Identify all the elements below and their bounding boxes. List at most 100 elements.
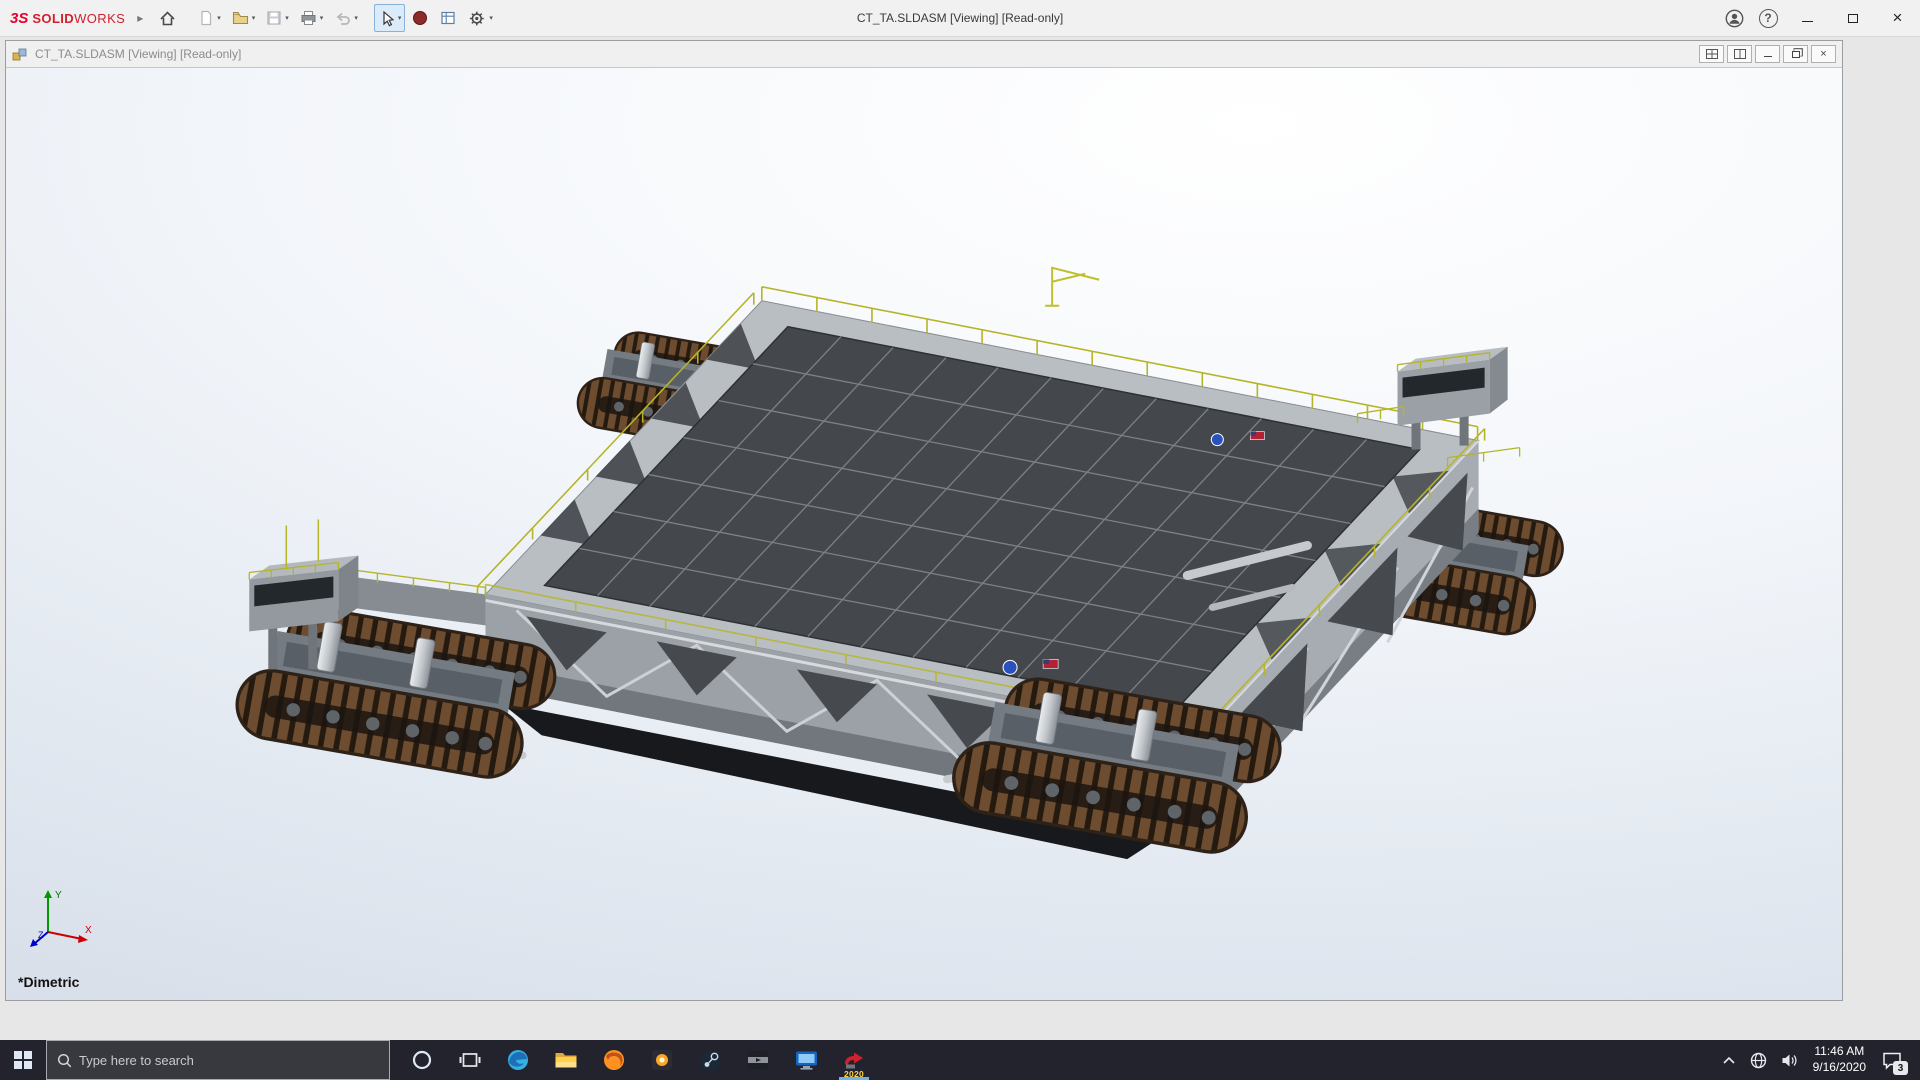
app-titlebar: 3S SOLIDWORKS ▸ ▾ ▾ ▾ ▾ ▾ ▾ ▾ CT_TA.SLDA… (0, 0, 1920, 37)
doc-minimize-icon (1763, 56, 1772, 57)
open-icon (232, 11, 248, 25)
help-button[interactable]: ? (1751, 0, 1785, 37)
ds-logo-icon: 3S (10, 9, 29, 27)
model-canvas[interactable] (6, 68, 1842, 1000)
remote-desktop-icon (795, 1051, 817, 1070)
dropdown-caret-icon: ▾ (217, 15, 221, 22)
maximize-button[interactable] (1830, 0, 1875, 37)
crawler-model (230, 266, 1569, 863)
select-tool-button[interactable]: ▾ (373, 4, 406, 32)
taskbar-clock[interactable]: 11:46 AM 9/16/2020 (1805, 1044, 1874, 1075)
photos-button[interactable] (638, 1040, 686, 1080)
dropdown-caret-icon: ▾ (285, 15, 289, 22)
maximize-icon (1847, 13, 1858, 23)
gear-icon (470, 11, 485, 25)
solidworks-app-icon (845, 1052, 863, 1069)
select-cursor-icon (383, 10, 395, 26)
document-title: CT_TA.SLDASM [Viewing] [Read-only] (35, 47, 242, 61)
search-input[interactable] (78, 1052, 379, 1068)
minimize-button[interactable] (1785, 0, 1830, 37)
doc-close-icon: × (1820, 47, 1827, 60)
file-explorer-button[interactable] (542, 1040, 590, 1080)
view-orientation-label: *Dimetric (18, 974, 80, 990)
crawler-deck (410, 266, 1486, 860)
doc-minimize-button[interactable] (1755, 45, 1780, 63)
cortana-button[interactable] (398, 1040, 446, 1080)
record-macro-button[interactable] (407, 4, 433, 32)
close-button[interactable]: × (1875, 0, 1920, 37)
windows-taskbar: 2020 11:46 AM 9/16/2020 3 (0, 1040, 1920, 1080)
undo-button[interactable]: ▾ (329, 4, 362, 32)
undo-icon (336, 12, 351, 25)
dropdown-caret-icon: ▾ (354, 15, 358, 22)
notification-count-badge: 3 (1893, 1061, 1908, 1075)
four-pane-icon (1705, 49, 1718, 59)
save-icon (267, 11, 281, 25)
account-button[interactable] (1717, 0, 1751, 37)
speaker-icon (1782, 1054, 1797, 1066)
document-titlebar[interactable]: CT_TA.SLDASM [Viewing] [Read-only] × (6, 41, 1842, 67)
cortana-icon (412, 1050, 432, 1070)
evaluate-button[interactable] (435, 4, 461, 32)
task-view-button[interactable] (446, 1040, 494, 1080)
triad-y-label: Y (55, 890, 62, 901)
dropdown-caret-icon: ▾ (489, 15, 493, 22)
triad-x-label: X (85, 925, 92, 936)
steam-button[interactable] (686, 1040, 734, 1080)
close-icon: × (1892, 8, 1903, 27)
firefox-icon (604, 1050, 624, 1070)
brand-text: SOLIDWORKS (32, 10, 126, 26)
new-document-button[interactable]: ▾ (193, 4, 225, 32)
solidworks-taskbar-button[interactable]: 2020 (830, 1040, 878, 1080)
windows-logo-icon (14, 1051, 32, 1069)
home-icon (160, 10, 175, 25)
doc-restore-icon (1791, 50, 1800, 58)
media-player-icon (748, 1051, 768, 1069)
remote-desktop-button[interactable] (782, 1040, 830, 1080)
open-button[interactable]: ▾ (227, 4, 260, 32)
taskbar-search[interactable] (46, 1040, 390, 1080)
triad-z-label: Z (38, 930, 44, 940)
print-icon (301, 11, 316, 25)
assembly-document-icon (12, 48, 27, 60)
file-explorer-icon (555, 1053, 577, 1068)
dropdown-caret-icon: ▾ (251, 15, 256, 22)
solidworks-logo: 3S SOLIDWORKS (0, 10, 125, 27)
search-icon (57, 1053, 71, 1067)
toolbar-expand-icon[interactable]: ▸ (137, 11, 143, 25)
document-window: CT_TA.SLDASM [Viewing] [Read-only] × Y X… (5, 40, 1843, 1001)
network-button[interactable] (1743, 1040, 1774, 1080)
home-button[interactable] (154, 4, 181, 32)
split-view-button[interactable] (1727, 45, 1752, 63)
viewport-layout-button[interactable] (1699, 45, 1724, 63)
clock-time: 11:46 AM (1814, 1044, 1865, 1059)
save-button[interactable]: ▾ (261, 4, 293, 32)
media-player-button[interactable] (734, 1040, 782, 1080)
options-button[interactable]: ▾ (463, 4, 497, 32)
evaluate-grid-icon (441, 11, 455, 25)
record-macro-icon (413, 11, 428, 25)
hidden-icons-button[interactable] (1715, 1040, 1743, 1080)
two-pane-icon (1733, 49, 1746, 59)
orientation-triad: Y X Z (30, 890, 92, 947)
account-icon (1725, 9, 1743, 27)
help-icon: ? (1758, 8, 1778, 28)
task-view-icon (459, 1053, 481, 1067)
photos-icon (652, 1050, 672, 1070)
doc-restore-button[interactable] (1783, 45, 1808, 63)
system-tray: 11:46 AM 9/16/2020 3 (1715, 1040, 1920, 1080)
steam-icon (700, 1050, 720, 1070)
volume-button[interactable] (1774, 1040, 1805, 1080)
action-center-button[interactable]: 3 (1874, 1040, 1914, 1080)
minimize-icon (1802, 20, 1813, 22)
firefox-button[interactable] (590, 1040, 638, 1080)
doc-close-button[interactable]: × (1811, 45, 1836, 63)
dropdown-caret-icon: ▾ (397, 15, 402, 22)
edge-icon (508, 1050, 528, 1070)
print-button[interactable]: ▾ (295, 4, 328, 32)
network-globe-icon (1750, 1052, 1766, 1068)
edge-button[interactable] (494, 1040, 542, 1080)
deck-crane (1045, 266, 1100, 307)
graphics-area[interactable]: Y X Z *Dimetric (6, 67, 1842, 1000)
start-button[interactable] (0, 1040, 46, 1080)
